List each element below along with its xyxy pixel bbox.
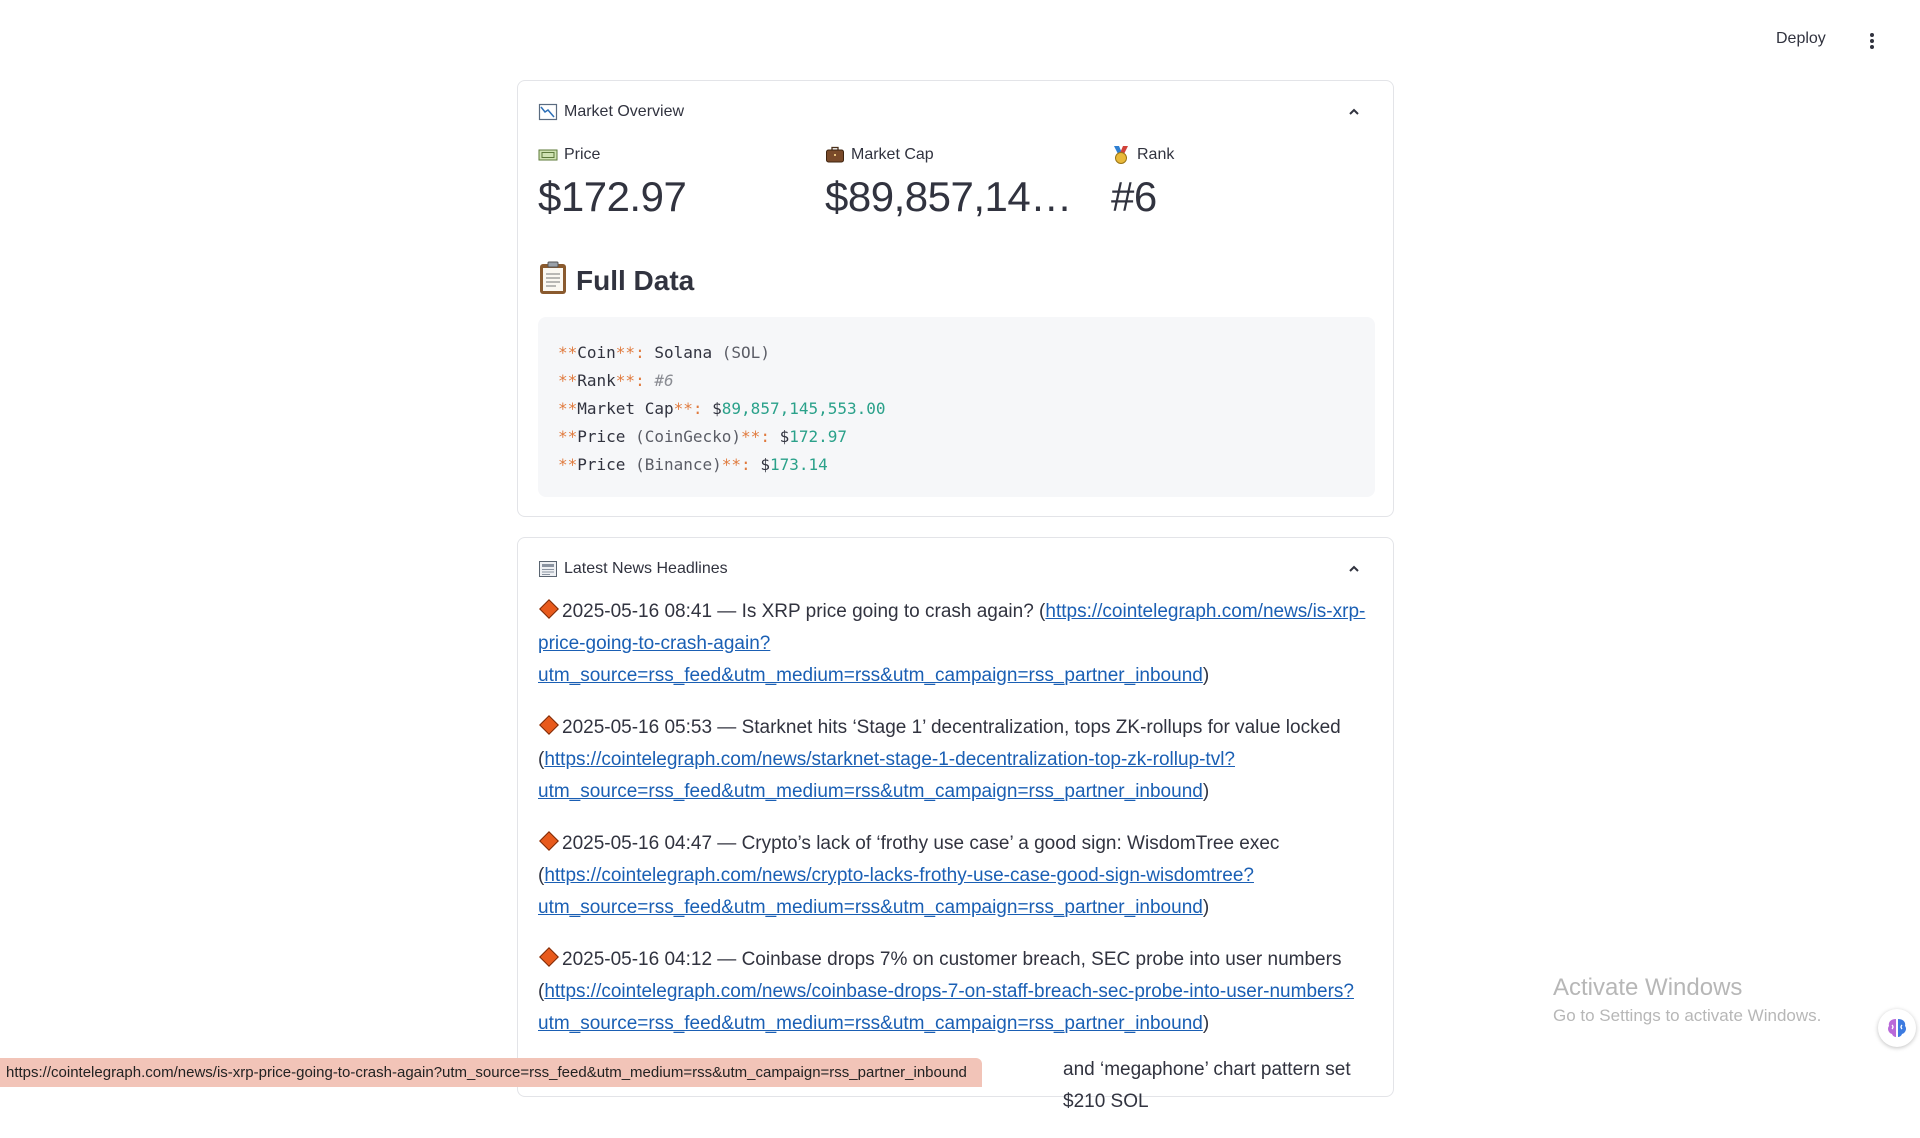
status-bar-url: https://cointelegraph.com/news/is-xrp-pr… <box>0 1058 982 1087</box>
metric-value: $89,857,14… <box>825 173 1072 220</box>
activate-windows-watermark: Activate Windows Go to Settings to activ… <box>1553 974 1821 1026</box>
full-data-title: Full Data <box>576 264 695 296</box>
metric-market-cap: Market Cap $89,857,14… <box>825 145 1075 221</box>
deploy-button[interactable]: Deploy <box>1776 30 1826 48</box>
newspaper-icon <box>538 559 558 579</box>
list-item: 2025-05-16 05:53 — Starknet hits ‘Stage … <box>538 715 1341 802</box>
expander-title: Latest News Headlines <box>564 560 728 577</box>
metric-price: Price $172.97 <box>538 145 687 221</box>
list-item: 2025-05-16 04:47 — Crypto’s lack of ‘fro… <box>538 831 1280 918</box>
code-line-coin: **Coin**: Solana (SOL) <box>558 343 770 362</box>
news-header[interactable]: Latest News Headlines <box>538 556 1373 582</box>
code-line-market-cap: **Market Cap**: $89,857,145,553.00 <box>558 399 886 418</box>
code-line-price-coingecko: **Price (CoinGecko)**: $172.97 <box>558 427 848 446</box>
metric-value: $172.97 <box>538 173 687 220</box>
news-expander: Latest News Headlines 2025-05-16 08:41 —… <box>517 537 1394 1112</box>
watermark-subtitle: Go to Settings to activate Windows. <box>1553 1006 1822 1025</box>
chart-down-icon <box>538 102 558 122</box>
watermark-title: Activate Windows <box>1553 974 1743 1001</box>
list-item: 2025-05-16 04:12 — Coinbase drops 7% on … <box>538 947 1354 1034</box>
metric-label: Market Cap <box>851 146 934 163</box>
market-overview-expander: Market Overview Price $172.97 Market Cap… <box>517 80 1394 517</box>
orange-diamond-icon <box>539 831 559 851</box>
code-block: **Coin**: Solana (SOL) **Rank**: #6 **Ma… <box>538 317 1375 497</box>
metric-label: Price <box>564 146 601 163</box>
market-overview-header[interactable]: Market Overview <box>538 99 1373 125</box>
brain-icon[interactable] <box>1878 1009 1916 1047</box>
news-link[interactable]: https://cointelegraph.com/news/starknet-… <box>538 749 1235 802</box>
news-list: 2025-05-16 08:41 — Is XRP price going to… <box>538 596 1373 1138</box>
chevron-up-icon[interactable] <box>1347 562 1361 576</box>
code-line-rank: **Rank**: #6 <box>558 371 674 390</box>
chevron-up-icon[interactable] <box>1347 105 1361 119</box>
metric-label: Rank <box>1137 146 1175 163</box>
orange-diamond-icon <box>539 947 559 967</box>
metric-rank: Rank #6 <box>1111 145 1174 221</box>
orange-diamond-icon <box>539 715 559 735</box>
metric-value: #6 <box>1111 173 1157 220</box>
medal-icon <box>1111 145 1131 165</box>
kebab-menu-icon[interactable] <box>1866 30 1878 52</box>
clipboard-icon <box>538 261 568 300</box>
code-line-price-binance: **Price (Binance)**: $173.14 <box>558 455 828 474</box>
news-link[interactable]: https://cointelegraph.com/news/coinbase-… <box>538 981 1354 1034</box>
orange-diamond-icon <box>539 599 559 619</box>
news-link[interactable]: https://cointelegraph.com/news/crypto-la… <box>538 865 1254 918</box>
expander-title: Market Overview <box>564 103 685 120</box>
briefcase-icon <box>825 145 845 165</box>
dollar-bill-icon <box>538 145 558 165</box>
app-header: Deploy <box>0 0 1920 84</box>
full-data-heading: Full Data <box>538 261 694 300</box>
list-item: 2025-05-16 08:41 — Is XRP price going to… <box>538 599 1366 686</box>
